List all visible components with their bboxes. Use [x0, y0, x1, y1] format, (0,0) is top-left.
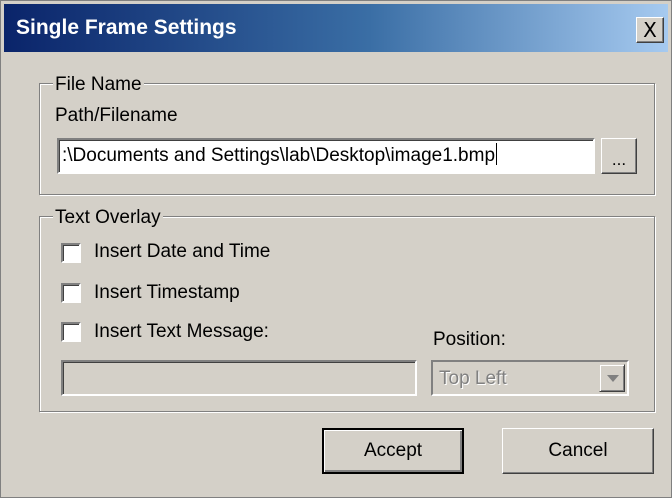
position-label: Position:	[433, 329, 506, 350]
browse-button-label: ...	[611, 150, 627, 169]
path-filename-label: Path/Filename	[55, 105, 178, 126]
insert-timestamp-label[interactable]: Insert Timestamp	[94, 282, 240, 304]
insert-date-time-checkbox[interactable]	[61, 243, 81, 263]
insert-text-message-label[interactable]: Insert Text Message:	[94, 321, 269, 343]
chevron-down-icon	[607, 375, 619, 382]
text-overlay-group-legend: Text Overlay	[53, 207, 163, 228]
dialog-window: Single Frame Settings X File Name Path/F…	[0, 0, 672, 498]
close-button[interactable]: X	[636, 17, 664, 43]
insert-date-time-label[interactable]: Insert Date and Time	[94, 241, 270, 263]
accept-button[interactable]: Accept	[322, 428, 464, 474]
path-filename-value: :\Documents and Settings\lab\Desktop\ima…	[62, 145, 496, 166]
position-select[interactable]: Top Left	[431, 360, 629, 396]
accept-button-label: Accept	[363, 440, 423, 461]
cancel-button[interactable]: Cancel	[502, 428, 654, 474]
close-icon: X	[643, 18, 657, 42]
browse-button[interactable]: ...	[601, 138, 637, 174]
text-caret	[496, 143, 498, 165]
window-title: Single Frame Settings	[16, 16, 237, 39]
cancel-button-label: Cancel	[548, 440, 608, 461]
file-name-group-legend: File Name	[53, 74, 144, 95]
text-message-input[interactable]	[61, 360, 417, 396]
position-select-value: Top Left	[439, 368, 507, 389]
insert-timestamp-checkbox[interactable]	[61, 283, 81, 303]
path-filename-input[interactable]: :\Documents and Settings\lab\Desktop\ima…	[57, 138, 595, 174]
insert-text-message-checkbox[interactable]	[61, 322, 81, 342]
position-dropdown-button[interactable]	[599, 364, 625, 392]
title-bar[interactable]: Single Frame Settings X	[4, 4, 668, 52]
